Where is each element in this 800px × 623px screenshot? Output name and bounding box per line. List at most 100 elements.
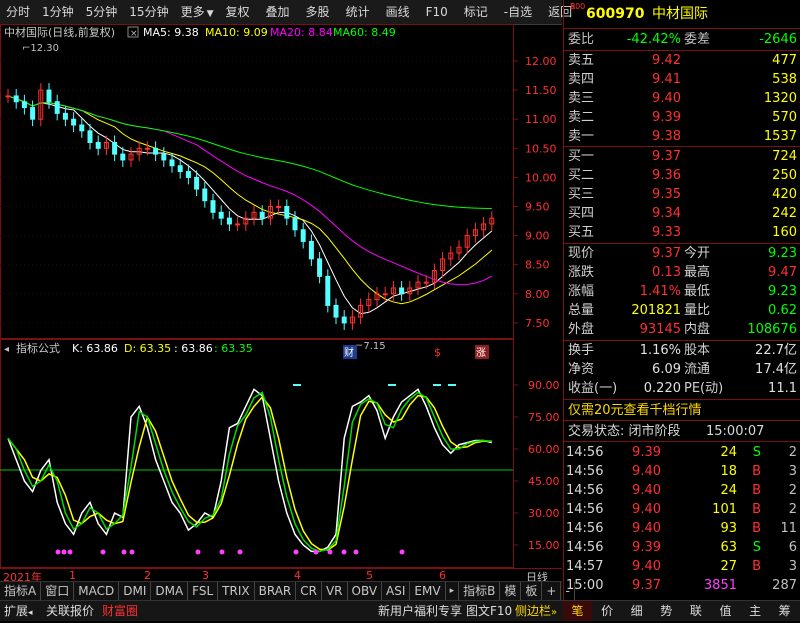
period-more-button[interactable]: 更多 ▼: [175, 0, 220, 24]
ask-row[interactable]: 卖五 9.42 477: [564, 51, 800, 70]
ask-row[interactable]: 卖二 9.39 570: [564, 108, 800, 127]
indicator-tab[interactable]: 指标B: [459, 582, 501, 600]
low-price-label: ⌐7.15: [355, 341, 386, 352]
bid-volume: 160: [772, 225, 797, 240]
bid-row[interactable]: 买二 9.36 250: [564, 166, 800, 185]
commission-row: 委比 -42.42% 委差 -2646: [564, 30, 800, 49]
panel-tab[interactable]: 细: [622, 601, 651, 621]
indicator-tab[interactable]: VR: [322, 582, 348, 600]
tick-time: 14:56: [566, 540, 604, 555]
ask-level-label: 卖四: [568, 72, 595, 87]
settings-icon[interactable]: ◂: [4, 344, 9, 355]
bid-row[interactable]: 买四 9.34 242: [564, 204, 800, 223]
candle-body: [202, 188, 208, 202]
ma20-label: MA20: 8.84: [270, 26, 333, 39]
bid-price: 9.35: [652, 187, 681, 202]
candle-body: [259, 211, 265, 219]
indicator-tab[interactable]: TRIX: [218, 582, 255, 600]
candle-body: [185, 171, 191, 178]
wealth-circle-button[interactable]: 财富圈: [102, 601, 138, 621]
panel-tab[interactable]: 势: [652, 601, 681, 621]
tick-count: 2: [788, 502, 797, 517]
quote-label: 现价: [568, 246, 595, 261]
adjust-button[interactable]: 复权: [220, 0, 256, 24]
remove-watchlist-button[interactable]: -自选: [498, 0, 538, 24]
sidebar-toggle-button[interactable]: 侧边栏»: [515, 601, 557, 621]
signal-dot: [100, 549, 106, 555]
panel-tab[interactable]: 联: [681, 601, 710, 621]
ask-price: 9.39: [652, 110, 681, 125]
overlay-button[interactable]: 叠加: [260, 0, 296, 24]
status-bar: 扩展◂ 关联报价 财富圈 新用户福利专享 图文F10 侧边栏» 笔价细势联值主筹: [0, 600, 800, 621]
stats-value: 1.16%: [639, 343, 681, 358]
tick-volume: 63: [720, 540, 737, 555]
mark-button[interactable]: 标记: [458, 0, 494, 24]
j-line: [7, 391, 492, 553]
bid-row[interactable]: 买一 9.37 724: [564, 147, 800, 166]
indicator-tab[interactable]: EMV: [410, 582, 446, 600]
indicator-tab[interactable]: ASI: [382, 582, 411, 600]
signal-mark: [448, 384, 456, 386]
stats-value: 22.7亿: [755, 343, 797, 358]
chevron-right-icon[interactable]: ▸: [446, 582, 460, 600]
indicator-tick-label: 15.00: [528, 539, 560, 552]
tick-side: S: [752, 445, 761, 460]
related-quote-button[interactable]: 关联报价: [46, 601, 94, 621]
indicator-tab[interactable]: 板: [521, 582, 543, 600]
stats-label: 股本: [684, 343, 711, 358]
indicator-axis: 90.00 75.00 60.00 45.00 30.00 15.00: [513, 379, 560, 552]
extend-label: 扩展: [4, 604, 29, 618]
ask-row[interactable]: 卖一 9.38 1537: [564, 127, 800, 146]
candle-body: [235, 223, 241, 226]
bid-row[interactable]: 买三 9.35 420: [564, 185, 800, 204]
tick-row: 14:56 9.40 18 B 3: [564, 462, 800, 481]
tick-time: 14:57: [566, 559, 604, 574]
period-intraday-button[interactable]: 分时: [0, 0, 36, 24]
indicator-tab[interactable]: FSL: [188, 582, 219, 600]
panel-tab[interactable]: 价: [593, 601, 622, 621]
price-tick-label: 8.50: [525, 259, 550, 272]
ask-row[interactable]: 卖三 9.40 1320: [564, 89, 800, 108]
indicator-tab[interactable]: DMA: [151, 582, 189, 600]
panel-tab[interactable]: 值: [711, 601, 740, 621]
indicator-tab[interactable]: CR: [296, 582, 322, 600]
kline-chart[interactable]: 12.00 11.50 11.00 10.50 10.00 9.50 9.00 8.50 8.0…: [0, 24, 562, 570]
indicator-tab[interactable]: MACD: [74, 582, 120, 600]
indicator-tab[interactable]: BRAR: [255, 582, 297, 600]
promo-row[interactable]: 仅需20元查看千档行情: [564, 401, 800, 420]
multi-stock-button[interactable]: 多股: [300, 0, 336, 24]
quote-value: 0.62: [768, 303, 797, 318]
period-5min-button[interactable]: 5分钟: [80, 0, 124, 24]
ask-level-label: 卖三: [568, 91, 595, 106]
candle-body: [399, 287, 405, 295]
stock-header: R 500 600970 中材国际: [564, 2, 800, 27]
chevron-down-icon: ▼: [206, 9, 214, 19]
indicator-tab[interactable]: +: [542, 582, 562, 600]
panel-tab[interactable]: 笔: [563, 601, 592, 621]
extend-button[interactable]: 扩展◂: [4, 601, 33, 621]
new-user-benefit-link[interactable]: 新用户福利专享: [378, 601, 462, 621]
candle-body: [62, 112, 68, 120]
candle-body: [177, 165, 183, 173]
candle-body: [13, 95, 19, 103]
period-1min-button[interactable]: 1分钟: [36, 0, 80, 24]
indicator-tab[interactable]: OBV: [348, 582, 383, 600]
draw-line-button[interactable]: 画线: [380, 0, 416, 24]
panel-tab[interactable]: 主: [741, 601, 770, 621]
close-icon[interactable]: ×: [127, 26, 139, 39]
indicator-tab[interactable]: 模: [500, 582, 522, 600]
bid-row[interactable]: 买五 9.33 160: [564, 223, 800, 242]
ask-row[interactable]: 卖四 9.41 538: [564, 70, 800, 89]
tick-time: 14:56: [566, 521, 604, 536]
indicator-tab[interactable]: 窗口: [41, 582, 75, 600]
panel-tab[interactable]: 筹: [770, 601, 799, 621]
statistics-button[interactable]: 统计: [340, 0, 376, 24]
indicator-tab[interactable]: 指标A: [0, 582, 42, 600]
f10-button[interactable]: F10: [420, 0, 454, 24]
period-15min-button[interactable]: 15分钟: [123, 0, 174, 24]
f10-graphic-button[interactable]: 图文F10: [466, 601, 512, 621]
tick-volume: 24: [720, 483, 737, 498]
candle-body: [95, 141, 101, 149]
indicator-tab[interactable]: DMI: [119, 582, 152, 600]
dividend-marker[interactable]: $: [434, 346, 441, 359]
